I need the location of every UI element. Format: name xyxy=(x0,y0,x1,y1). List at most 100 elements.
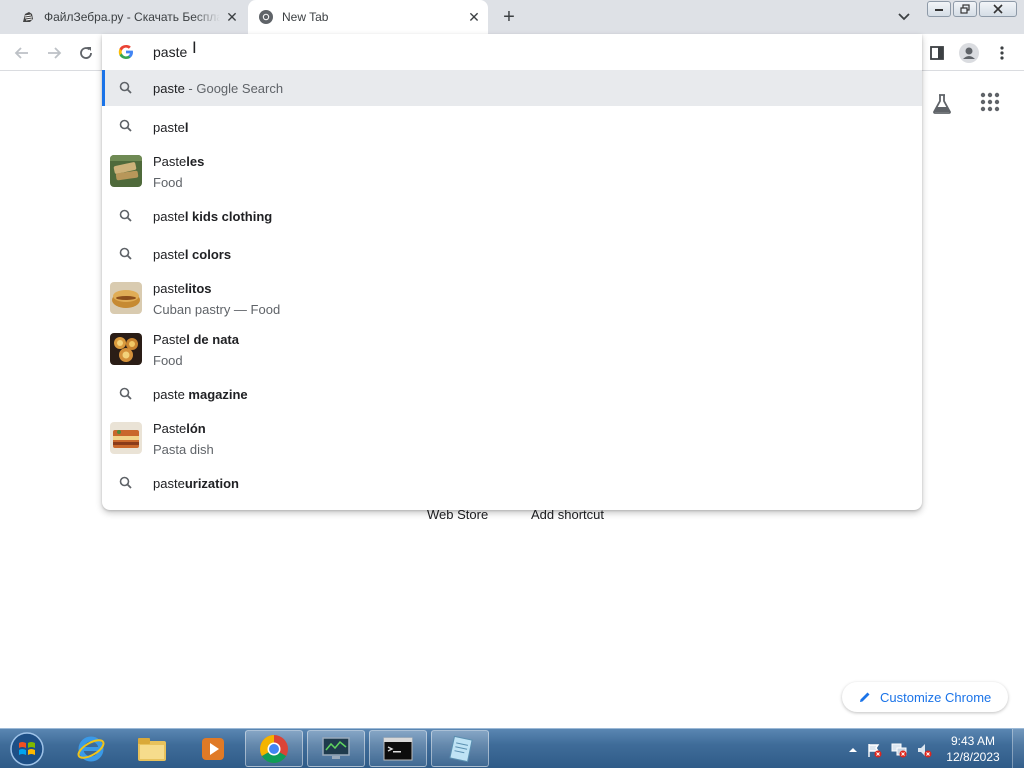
close-window-button[interactable] xyxy=(979,1,1017,17)
suggestion-typed: paste xyxy=(153,209,185,224)
suggestion-row[interactable]: pasteurization xyxy=(102,465,922,501)
text-cursor-icon: I xyxy=(192,38,197,57)
tab-title: ФайлЗебра.ру - Скачать Бесплатно xyxy=(44,10,220,24)
avatar-icon xyxy=(959,43,979,63)
suggestion-typed: paste xyxy=(153,81,185,96)
google-g-icon xyxy=(118,45,133,59)
tab-filezebra[interactable]: ФайлЗебра.ру - Скачать Бесплатно ✕ xyxy=(8,0,246,34)
speaker-muted-icon xyxy=(918,744,932,758)
omnibox-input-text[interactable]: paste xyxy=(153,44,187,60)
suggestion-row[interactable]: Pastelón Pasta dish xyxy=(102,413,922,465)
media-player-icon xyxy=(202,737,224,760)
close-tab-icon[interactable]: ✕ xyxy=(466,9,482,25)
suggestion-subtitle: Pasta dish xyxy=(153,442,214,457)
show-hidden-icons-button[interactable] xyxy=(845,742,861,758)
pastelitos-thumbnail xyxy=(110,282,142,314)
customize-chrome-button[interactable]: Customize Chrome xyxy=(842,682,1008,712)
suggestion-row[interactable]: paste magazine xyxy=(102,376,922,412)
close-icon xyxy=(993,4,1003,14)
minimize-icon xyxy=(935,9,943,11)
notepad-icon xyxy=(449,735,473,762)
internet-explorer-icon xyxy=(77,736,105,761)
suggestion-completion: l xyxy=(184,120,189,135)
action-center-tray-icon[interactable] xyxy=(866,742,882,758)
side-panel-icon xyxy=(930,46,944,60)
show-desktop-button[interactable] xyxy=(1012,729,1024,768)
restore-button[interactable] xyxy=(953,1,977,17)
address-bar[interactable]: paste I xyxy=(102,34,922,70)
chrome-icon xyxy=(260,734,288,763)
suggestion-completion: l de nata xyxy=(186,332,239,347)
profile-button[interactable] xyxy=(957,41,981,65)
search-icon xyxy=(119,81,132,94)
more-vert-icon xyxy=(1000,46,1004,60)
suggestion-row[interactable]: pastelitos Cuban pastry — Food xyxy=(102,273,922,325)
suggestion-typed: paste xyxy=(153,281,185,296)
minimize-button[interactable] xyxy=(927,1,951,17)
start-button[interactable] xyxy=(6,730,48,768)
suggestion-row[interactable]: pastel kids clothing xyxy=(102,198,922,234)
pastelon-thumbnail xyxy=(110,422,142,454)
search-icon xyxy=(119,119,132,132)
suggestion-subtitle: Cuban pastry — Food xyxy=(153,302,281,317)
tab-title: New Tab xyxy=(282,10,329,24)
suggestion-typed: Paste xyxy=(153,154,187,169)
network-icon xyxy=(891,743,907,758)
pasteles-thumbnail xyxy=(110,155,142,187)
reload-icon xyxy=(80,47,92,59)
suggestion-typed: paste xyxy=(153,387,185,402)
file-explorer-taskbar-button[interactable] xyxy=(123,730,181,767)
pastel-de-nata-thumbnail xyxy=(110,333,142,365)
chevron-up-icon xyxy=(849,748,857,752)
flag-alert-icon xyxy=(868,744,882,758)
folder-icon xyxy=(138,737,166,761)
close-tab-icon[interactable]: ✕ xyxy=(224,9,240,25)
google-apps-icon[interactable] xyxy=(980,92,1004,116)
chevron-down-icon xyxy=(898,13,910,21)
back-button[interactable] xyxy=(10,41,34,65)
reload-button[interactable] xyxy=(74,41,98,65)
suggestion-typed: paste xyxy=(153,120,185,135)
volume-tray-icon[interactable] xyxy=(916,742,932,758)
forward-arrow-icon xyxy=(48,47,62,59)
search-icon xyxy=(119,209,132,222)
tab-strip: ФайлЗебра.ру - Скачать Бесплатно ✕ New T… xyxy=(0,0,1024,34)
suggestion-subtitle: Food xyxy=(153,353,183,368)
customize-label: Customize Chrome xyxy=(880,689,992,705)
network-tray-icon[interactable] xyxy=(891,742,907,758)
suggestion-row[interactable]: Pasteles Food xyxy=(102,146,922,198)
suggestion-completion: litos xyxy=(184,281,212,296)
internet-explorer-taskbar-button[interactable] xyxy=(62,730,120,767)
chrome-icon xyxy=(258,9,274,25)
forward-button[interactable] xyxy=(42,41,66,65)
task-manager-taskbar-button[interactable] xyxy=(307,730,365,767)
media-player-taskbar-button[interactable] xyxy=(184,730,242,767)
suggestion-completion: lón xyxy=(186,421,206,436)
suggestion-row[interactable]: Pastel de nata Food xyxy=(102,324,922,376)
suggestion-completion: les xyxy=(186,154,205,169)
tab-search-button[interactable] xyxy=(894,8,914,26)
side-panel-button[interactable] xyxy=(925,41,949,65)
new-tab-button[interactable]: + xyxy=(498,6,520,28)
chrome-menu-button[interactable] xyxy=(990,41,1014,65)
suggestion-row[interactable]: pastel xyxy=(102,108,922,144)
tab-new-tab[interactable]: New Tab ✕ xyxy=(248,0,488,34)
suggestion-hint: - Google Search xyxy=(184,81,284,96)
suggestion-completion: urization xyxy=(184,476,239,491)
pencil-icon xyxy=(860,692,870,702)
chrome-taskbar-button[interactable] xyxy=(245,730,303,767)
suggestion-completion: l colors xyxy=(184,247,232,262)
notepad-taskbar-button[interactable] xyxy=(431,730,489,767)
command-prompt-taskbar-button[interactable] xyxy=(369,730,427,767)
suggestion-row[interactable]: pastel colors xyxy=(102,236,922,272)
restore-icon xyxy=(960,4,970,14)
windows-logo-icon xyxy=(10,732,44,766)
command-prompt-icon xyxy=(383,737,413,760)
labs-flask-icon[interactable] xyxy=(930,92,954,116)
suggestion-row[interactable]: paste - Google Search xyxy=(102,70,922,106)
clock-time: 9:43 AM xyxy=(950,734,996,748)
zebra-icon xyxy=(20,9,36,25)
system-clock[interactable]: 9:43 AM 12/8/2023 xyxy=(940,733,1006,765)
monitor-icon xyxy=(322,736,350,759)
suggestion-subtitle: Food xyxy=(153,175,183,190)
